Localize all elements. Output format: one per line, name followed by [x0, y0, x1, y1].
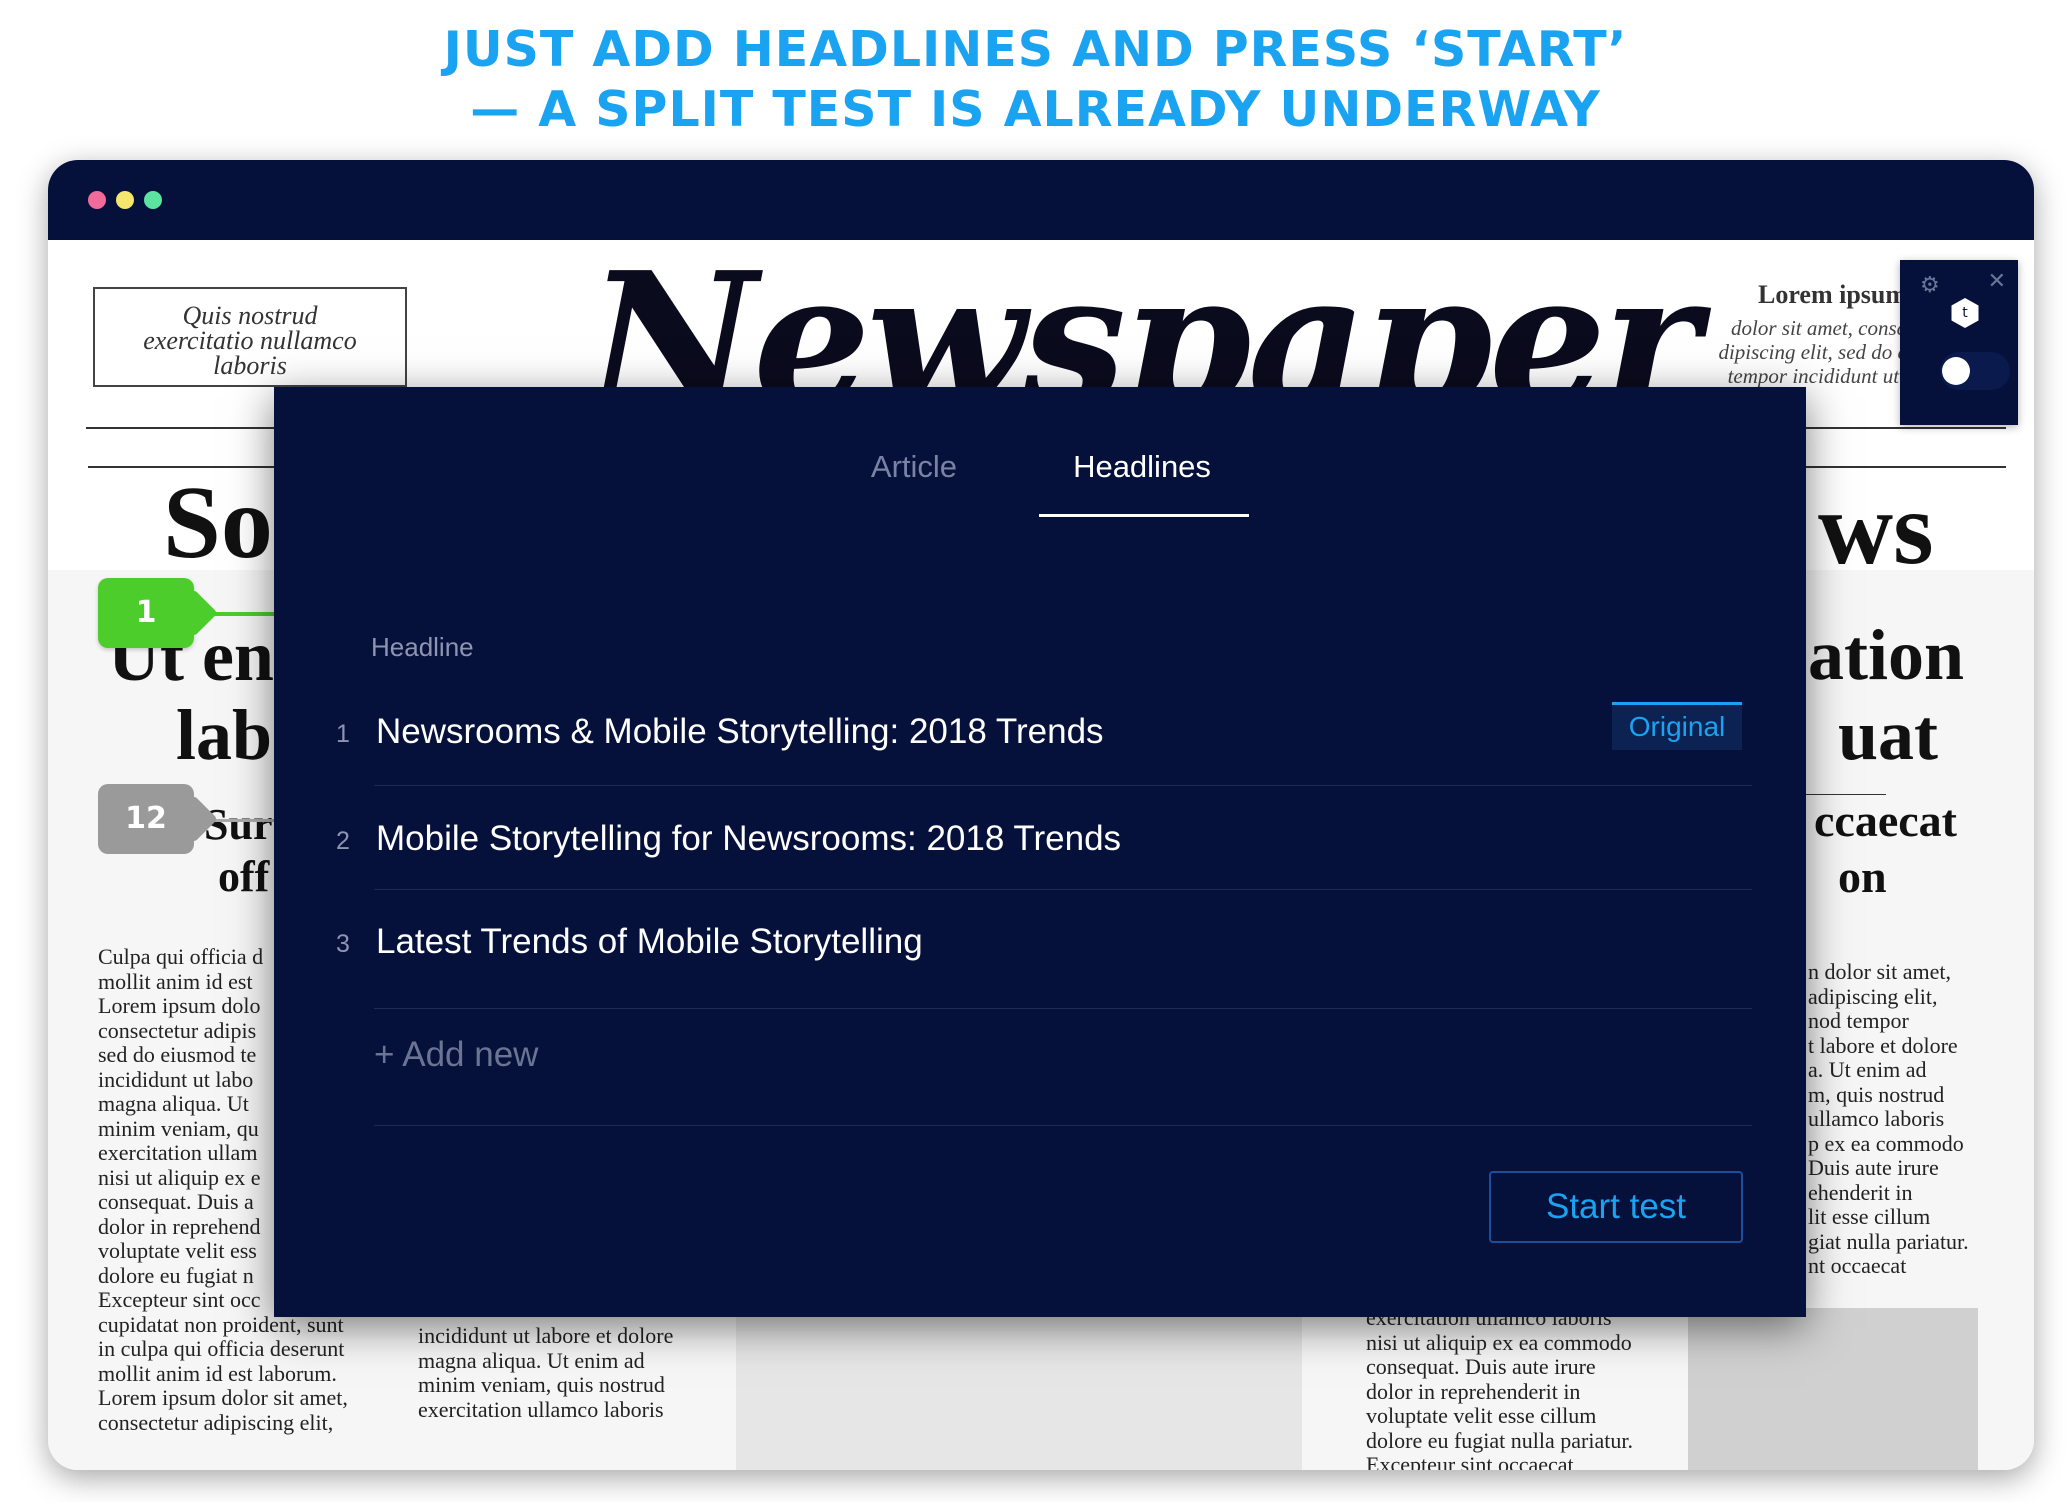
small-head-left: Sur	[204, 800, 273, 849]
small-head-right: on	[1838, 851, 1887, 902]
headline-row[interactable]: 2 Mobile Storytelling for Newsrooms: 201…	[328, 819, 1750, 927]
browser-window: Quis nostrud exercitatio nullamco labori…	[48, 160, 2034, 1470]
headline-number: 2	[336, 827, 350, 855]
column-line: a. Ut enim ad	[1808, 1057, 1927, 1082]
column-line: exercitation ullamco laboris	[418, 1396, 664, 1422]
headline-text[interactable]: Latest Trends of Mobile Storytelling	[376, 922, 923, 962]
headline-column-label: Headline	[371, 632, 474, 662]
column-line: nod tempor	[1808, 1008, 1909, 1033]
ear-left-line: laboris	[213, 351, 287, 380]
split-test-panel: Article Headlines Headline 1 Newsrooms &…	[274, 387, 1806, 1317]
close-window-button[interactable]	[88, 191, 106, 209]
column-line: Lorem ipsum dolor sit amet,	[98, 1385, 348, 1410]
subhead-left-fragment: lab	[176, 695, 273, 775]
extension-widget: ⚙ ✕ t	[1900, 260, 2018, 425]
ear-left-line: exercitatio nullamco	[143, 326, 357, 355]
column-right-text: n dolor sit amet, adipiscing elit, nod tem…	[1808, 959, 2018, 1279]
ear-left-box: Quis nostrud exercitatio nullamco labori…	[93, 287, 407, 387]
window-titlebar	[48, 160, 2034, 240]
column-line: t labore et dolore	[1808, 1032, 1958, 1058]
image-placeholder	[736, 1306, 1302, 1470]
column-right2-text: exercitation ullamco laboris nisi ut aliq…	[1366, 1305, 1686, 1470]
column-line: nt occaecat	[1808, 1253, 1907, 1278]
headline-right-fragment: ws	[1818, 471, 1934, 586]
headline-text[interactable]: Mobile Storytelling for Newsrooms: 2018 …	[376, 819, 1121, 859]
column-line: m, quis nostrud	[1808, 1081, 1945, 1107]
close-icon[interactable]: ✕	[1988, 268, 2006, 294]
row-divider	[374, 1008, 1752, 1009]
column-line: lit esse cillum	[1808, 1204, 1931, 1229]
column-line: ullamco laboris	[1808, 1106, 1945, 1131]
headline-row[interactable]: 3 Latest Trends of Mobile Storytelling	[328, 922, 1750, 1030]
column-line: incididunt ut labore et dolore	[418, 1323, 674, 1348]
small-head-left: off	[218, 852, 270, 901]
column-mid-text: incididunt ut labore et dolore magna aliq…	[418, 1323, 738, 1422]
column-line: n dolor sit amet,	[1808, 959, 1951, 984]
subhead-right-fragment: ation	[1808, 615, 1965, 695]
maximize-window-button[interactable]	[144, 191, 162, 209]
column-line: p ex ea commodo	[1808, 1130, 1964, 1156]
column-line: consequat. Duis aute irure	[1366, 1354, 1596, 1379]
column-line: nisi ut aliquip ex ea commodo	[1366, 1329, 1632, 1355]
headline-row[interactable]: 1 Newsrooms & Mobile Storytelling: 2018 …	[328, 712, 1750, 820]
image-placeholder	[1688, 1308, 1978, 1470]
column-line: Duis aute irure	[1808, 1155, 1939, 1180]
column-line: magna aliqua. Ut enim ad	[418, 1347, 645, 1373]
column-line: dolor in reprehenderit in	[1366, 1378, 1581, 1404]
ear-right-title: Lorem ipsum	[1758, 280, 1908, 309]
promo-line-2: — A SPLIT TEST IS ALREADY UNDERWAY	[470, 81, 1601, 138]
promo-line-1: JUST ADD HEADLINES AND PRESS ‘START’	[443, 21, 1628, 78]
column-line: ehenderit in	[1808, 1179, 1913, 1205]
tab-headlines[interactable]: Headlines	[1037, 449, 1247, 485]
headline-number: 1	[336, 720, 350, 748]
column-line: mollit anim id est laborum.	[98, 1360, 337, 1386]
variant-count-marker[interactable]: 12	[98, 784, 194, 854]
ear-left-line: Quis nostrud	[182, 301, 318, 330]
column-line: Excepteur sint occaecat	[1366, 1452, 1574, 1470]
add-new-headline-button[interactable]: + Add new	[374, 1035, 538, 1075]
column-line: consectetur adipiscing elit,	[98, 1409, 334, 1435]
column-line: minim veniam, quis nostrud	[418, 1372, 665, 1397]
headline-number: 3	[336, 930, 350, 958]
enable-toggle[interactable]	[1940, 352, 2010, 390]
subhead-right-fragment: uat	[1838, 695, 1939, 775]
hexagon-logo-icon: t	[1951, 298, 1979, 328]
original-badge: Original	[1612, 702, 1742, 750]
headline-left-fragment: So	[163, 465, 273, 580]
tab-article[interactable]: Article	[794, 449, 1034, 485]
column-line: dolore eu fugiat nulla pariatur.	[1366, 1427, 1633, 1453]
start-test-button[interactable]: Start test	[1489, 1171, 1743, 1243]
column-line: giat nulla pariatur.	[1808, 1228, 1969, 1254]
small-head-right: ccaecat	[1814, 795, 1957, 846]
active-tab-indicator	[1039, 514, 1249, 517]
column-line: voluptate velit esse cillum	[1366, 1403, 1597, 1428]
row-divider	[374, 785, 1752, 786]
minimize-window-button[interactable]	[116, 191, 134, 209]
headline-text[interactable]: Newsrooms & Mobile Storytelling: 2018 Tr…	[376, 712, 1104, 752]
gear-icon[interactable]: ⚙	[1920, 272, 1940, 298]
row-divider	[374, 889, 1752, 890]
column-line: adipiscing elit,	[1808, 983, 1938, 1009]
promo-heading: JUST ADD HEADLINES AND PRESS ‘START’ — A…	[0, 20, 2071, 140]
column-line: in culpa qui officia deserunt	[98, 1336, 345, 1361]
variant-count-marker[interactable]: 1	[98, 578, 194, 648]
toggle-knob	[1942, 357, 1970, 385]
row-divider	[374, 1125, 1752, 1126]
